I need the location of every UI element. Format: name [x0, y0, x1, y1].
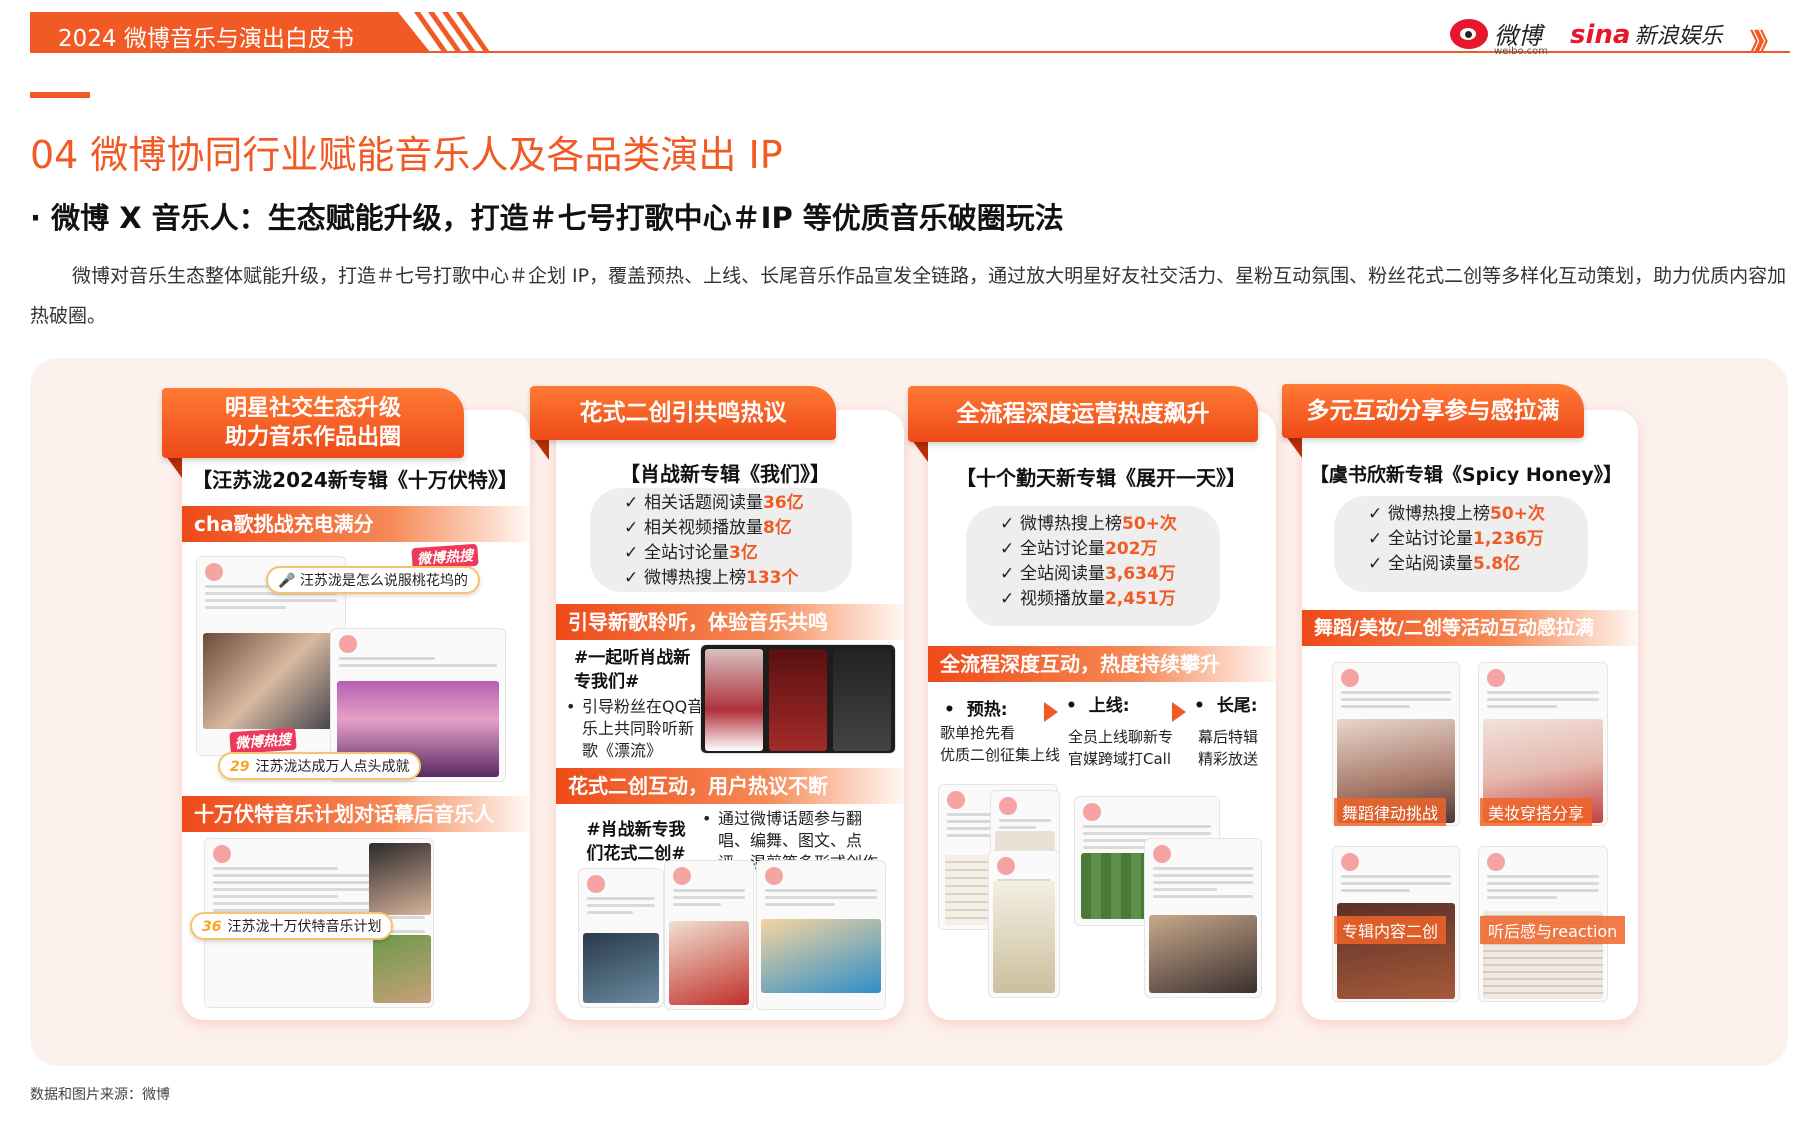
weibo-post-screenshot — [756, 860, 886, 1010]
label-album-creation: 专辑内容二创 — [1334, 916, 1447, 944]
check-icon: ✓ — [1000, 514, 1015, 534]
page: 2024 微博音乐与演出白皮书 微博 weibo.com sina 新浪娱乐 》… — [0, 0, 1814, 1124]
header-stripes — [413, 12, 491, 52]
stat-row: ✓ 全站讨论量202万 — [1000, 537, 1220, 562]
qq-music-screenshot — [700, 644, 896, 754]
topic-listen: #一起听肖战新专我们# — [574, 648, 691, 692]
hot-search-badge: 微博热搜 — [229, 727, 297, 755]
intro-paragraph: 微博对音乐生态整体赋能升级，打造＃七号打歌中心＃企划 IP，覆盖预热、上线、长尾… — [30, 265, 1787, 327]
stat-row: ✓ 全站讨论量1,236万 — [1368, 527, 1588, 552]
stat-row: ✓ 微博热搜上榜133个 — [624, 566, 852, 591]
check-icon: ✓ — [1368, 504, 1383, 524]
stats-box-3: ✓ 微博热搜上榜50+次 ✓ 全站讨论量202万 ✓ 全站阅读量3,634万 ✓ 视频播… — [966, 506, 1220, 626]
check-icon: ✓ — [1368, 529, 1383, 549]
section-subtitle: · 微博 X 音乐人：生态赋能升级，打造＃七号打歌中心＃IP 等优质音乐破圈玩法 — [30, 201, 1064, 235]
hot-search-pill: 🎤 汪苏泷是怎么说服桃花坞的 — [266, 566, 480, 594]
check-icon: ✓ — [1000, 564, 1015, 584]
stat-row: ✓ 全站阅读量5.8亿 — [1368, 552, 1588, 577]
arrow-icon — [1044, 702, 1058, 722]
stats-box-4: ✓ 微博热搜上榜50+次 ✓ 全站讨论量1,236万 ✓ 全站阅读量5.8亿 — [1334, 496, 1588, 592]
section-title: 04 微博协同行业赋能音乐人及各品类演出 IP — [30, 133, 783, 177]
label-dance: 舞蹈律动挑战 — [1334, 798, 1447, 826]
band-cha-challenge: cha歌挑战充电满分 — [182, 506, 530, 542]
phase-title-preheat: • 预热: — [944, 700, 1008, 720]
hot-search-pill: 36 汪苏泷十万伏特音乐计划 — [190, 912, 394, 940]
weibo-post-screenshot — [988, 850, 1060, 998]
check-icon: ✓ — [624, 568, 639, 588]
topic-creation: #肖战新专我们花式二创# — [586, 820, 686, 864]
phase-title-launch: • 上线: — [1066, 696, 1130, 716]
stat-row: ✓ 相关视频播放量8亿 — [624, 516, 852, 541]
case-tab-1: 明星社交生态升级 助力音乐作品出圈 — [162, 388, 464, 458]
mic-icon: 🎤 — [278, 573, 300, 589]
tab-line-2: 助力音乐作品出圈 — [224, 425, 401, 450]
label-makeup: 美妆穿搭分享 — [1480, 798, 1593, 826]
check-icon: ✓ — [624, 493, 639, 513]
stat-row: ✓ 视频播放量2,451万 — [1000, 587, 1220, 612]
report-title: 2024 微博音乐与演出白皮书 — [58, 26, 354, 52]
check-icon: ✓ — [1368, 554, 1383, 574]
band-music-plan: 十万伏特音乐计划对话幕后音乐人 — [182, 796, 530, 832]
band-fan-creation: 花式二创互动，用户热议不断 — [556, 768, 904, 804]
weibo-post-screenshot — [578, 868, 664, 1008]
album-title-3: 【十个勤天新专辑《展开一天》】 — [956, 466, 1246, 490]
weibo-logo: 微博 weibo.com — [1450, 16, 1548, 57]
stat-row: ✓ 相关话题阅读量36亿 — [624, 491, 852, 516]
album-title-2: 【肖战新专辑《我们》】 — [620, 462, 830, 486]
check-icon: ✓ — [624, 518, 639, 538]
stat-row: ✓ 微博热搜上榜50+次 — [1368, 502, 1588, 527]
source-note: 数据和图片来源：微博 — [30, 1087, 170, 1103]
tab-notch — [533, 438, 549, 460]
arrow-icon — [1172, 702, 1186, 722]
band-listen: 引导新歌聆听，体验音乐共鸣 — [556, 604, 904, 640]
weibo-eye-icon — [1450, 18, 1488, 49]
band-full-process: 全流程深度互动，热度持续攀升 — [928, 646, 1276, 682]
case-tab-4: 多元互动分享参与感拉满 — [1282, 384, 1584, 438]
tab-line-1: 明星社交生态升级 — [224, 396, 401, 421]
stat-row: ✓ 全站讨论量3亿 — [624, 541, 852, 566]
case-tab-3: 全流程深度运营热度飙升 — [908, 386, 1258, 442]
case-tab-2: 花式二创引共鸣热议 — [530, 386, 836, 440]
stats-box-2: ✓ 相关话题阅读量36亿 ✓ 相关视频播放量8亿 ✓ 全站讨论量3亿 ✓ 微博热搜上榜1… — [590, 488, 852, 592]
check-icon: ✓ — [624, 543, 639, 563]
stat-row: ✓ 全站阅读量3,634万 — [1000, 562, 1220, 587]
tab-notch — [1286, 436, 1302, 458]
check-icon: ✓ — [1000, 539, 1015, 559]
phase-title-longtail: • 长尾: — [1194, 696, 1258, 716]
album-title-4: 【虞书欣新专辑《Spicy Honey》】 — [1309, 464, 1623, 486]
weibo-post-screenshot — [664, 860, 754, 1010]
bullet-listen: • 引导粉丝在QQ音乐上共同聆听新歌《漂流》 — [566, 697, 704, 760]
phase-desc-longtail: 幕后特辑 精彩放送 — [1198, 728, 1259, 768]
tab-notch — [912, 440, 928, 462]
chevrons-icon: 》》 — [1750, 28, 1780, 56]
tab-notch — [166, 456, 182, 478]
stat-row: ✓ 微博热搜上榜50+次 — [1000, 512, 1220, 537]
title-accent-bar — [30, 92, 90, 98]
phase-desc-launch: 全员上线聊新专 官媒跨域打Call — [1068, 728, 1174, 768]
hot-search-pill: 29 汪苏泷达成万人点头成就 — [218, 752, 422, 780]
check-icon: ✓ — [1000, 589, 1015, 609]
album-title-1: 【汪苏泷2024新专辑《十万伏特》】 — [192, 468, 518, 492]
sina-ent-logo: sina 新浪娱乐 — [1570, 20, 1723, 50]
band-interactions: 舞蹈/美妆/二创等活动互动感拉满 — [1302, 610, 1638, 646]
phase-desc-preheat: 歌单抢先看 优质二创征集上线 — [940, 724, 1061, 764]
weibo-post-screenshot — [1144, 838, 1262, 998]
label-reaction: 听后感与reaction — [1480, 916, 1626, 944]
